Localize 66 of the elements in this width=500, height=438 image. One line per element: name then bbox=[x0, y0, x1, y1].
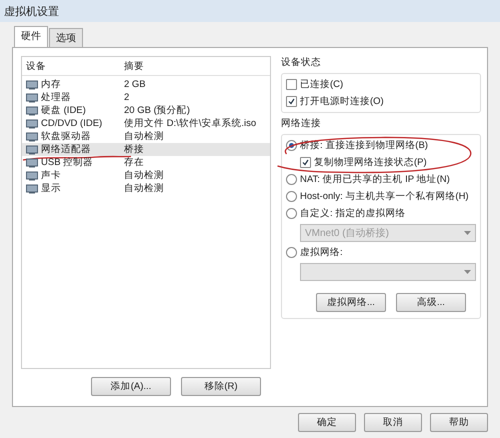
device-icon bbox=[26, 106, 38, 116]
network-button[interactable]: 高级... bbox=[396, 293, 466, 312]
device-summary: 自动检测 bbox=[124, 182, 164, 195]
option-label: 虚拟网络: bbox=[300, 246, 343, 259]
device-icon bbox=[26, 158, 38, 168]
column-header: 设备 bbox=[25, 60, 47, 72]
device-icon bbox=[26, 170, 38, 180]
option-label: 自定义: 指定的虚拟网络 bbox=[300, 207, 406, 220]
group-title: 设备状态 bbox=[281, 56, 321, 69]
device-name: 硬盘 (IDE) bbox=[41, 104, 86, 117]
option-label: 已连接(C) bbox=[300, 78, 344, 91]
tab[interactable]: 选项 bbox=[49, 28, 83, 47]
radio-button[interactable] bbox=[286, 208, 297, 219]
device-row[interactable]: CD/DVD (IDE) 使用文件 D:\软件\安卓系统.iso bbox=[22, 117, 270, 130]
radio-button[interactable] bbox=[286, 174, 297, 185]
tab[interactable]: 硬件 bbox=[14, 26, 48, 47]
device-icon bbox=[26, 184, 38, 194]
device-summary: 自动检测 bbox=[124, 130, 164, 143]
device-icon bbox=[26, 80, 38, 90]
device-summary: 存在 bbox=[124, 156, 144, 169]
device-name: 软盘驱动器 bbox=[41, 130, 91, 143]
window-title: 虚拟机设置 bbox=[0, 0, 500, 22]
device-row[interactable]: 软盘驱动器 自动检测 bbox=[22, 130, 270, 143]
device-name: 声卡 bbox=[41, 169, 61, 182]
option-label: 打开电源时连接(O) bbox=[300, 95, 384, 108]
radio-button[interactable] bbox=[286, 247, 297, 258]
device-row[interactable]: 硬盘 (IDE) 20 GB (预分配) bbox=[22, 104, 270, 117]
checkbox[interactable] bbox=[300, 157, 311, 168]
network-button[interactable]: 虚拟网络... bbox=[316, 293, 386, 312]
caret-icon bbox=[464, 270, 471, 274]
group-title: 网络连接 bbox=[281, 117, 321, 130]
device-name: 网络适配器 bbox=[41, 143, 91, 156]
checkbox[interactable] bbox=[286, 96, 297, 107]
device-row[interactable]: 声卡 自动检测 bbox=[22, 169, 270, 182]
checkbox[interactable] bbox=[286, 79, 297, 90]
dialog-button[interactable]: 确定 bbox=[298, 413, 356, 432]
device-icon bbox=[26, 144, 38, 154]
device-summary: 2 GB bbox=[124, 79, 146, 90]
device-row[interactable]: 内存 2 GB bbox=[22, 78, 270, 91]
device-summary: 桥接 bbox=[124, 143, 144, 156]
device-row[interactable]: 处理器 2 bbox=[22, 91, 270, 104]
option-label: NAT: 使用已共享的主机 IP 地址(N) bbox=[300, 173, 450, 186]
device-name: CD/DVD (IDE) bbox=[41, 118, 102, 129]
device-icon bbox=[26, 92, 38, 102]
device-summary: 20 GB (预分配) bbox=[124, 104, 190, 117]
device-icon bbox=[26, 118, 38, 128]
device-name: 处理器 bbox=[41, 91, 71, 104]
device-summary: 2 bbox=[124, 92, 130, 103]
device-name: 显示 bbox=[41, 182, 61, 195]
option-label: 复制物理网络连接状态(P) bbox=[314, 156, 427, 169]
column-header: 摘要 bbox=[123, 60, 145, 72]
device-name: USB 控制器 bbox=[41, 156, 94, 169]
device-row[interactable]: 显示 自动检测 bbox=[22, 182, 270, 195]
device-icon bbox=[26, 132, 38, 142]
device-summary: 自动检测 bbox=[124, 169, 164, 182]
option-label: Host-only: 与主机共享一个私有网络(H) bbox=[300, 190, 469, 203]
device-summary: 使用文件 D:\软件\安卓系统.iso bbox=[124, 117, 256, 130]
device-row[interactable]: 网络适配器 桥接 bbox=[22, 143, 270, 156]
device-button[interactable]: 移除(R) bbox=[181, 377, 261, 396]
dialog-button[interactable]: 取消 bbox=[364, 413, 422, 432]
dialog-button[interactable]: 帮助 bbox=[430, 413, 488, 432]
device-name: 内存 bbox=[41, 78, 61, 91]
caret-icon bbox=[464, 231, 471, 235]
device-button[interactable]: 添加(A)... bbox=[91, 377, 171, 396]
radio-button[interactable] bbox=[286, 191, 297, 202]
device-row[interactable]: USB 控制器 存在 bbox=[22, 156, 270, 169]
